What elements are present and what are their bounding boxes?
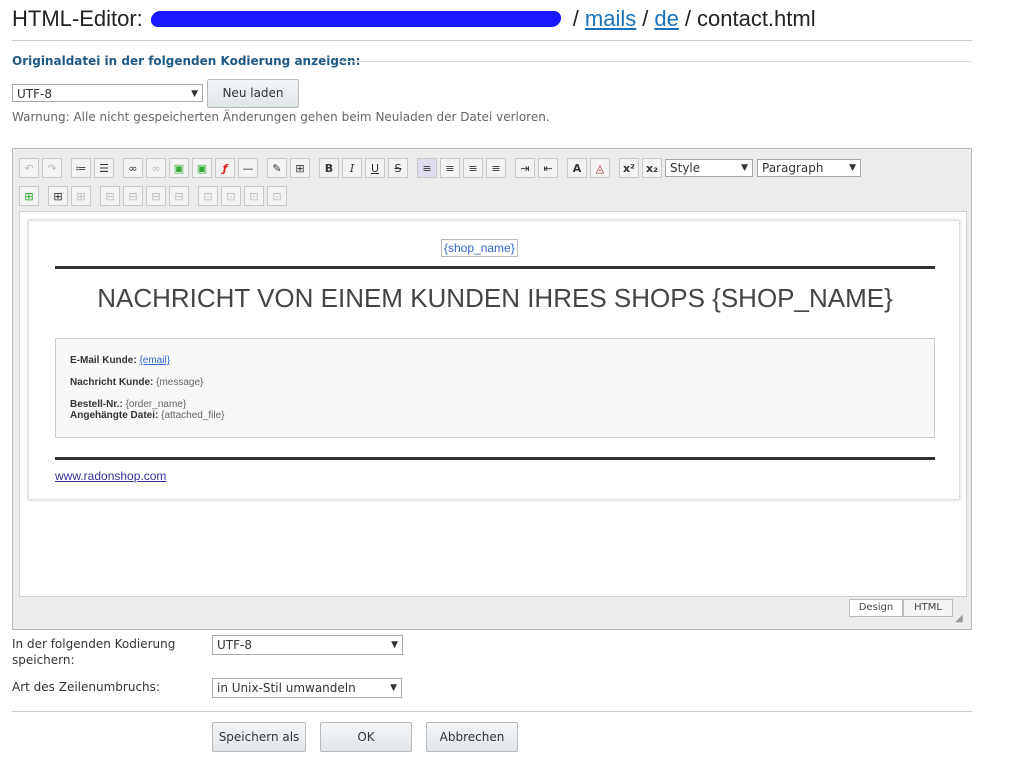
bold-button[interactable]: B xyxy=(319,158,339,178)
insert-table-icon[interactable]: ⊞ xyxy=(19,186,39,206)
order-value: {order_name} xyxy=(125,399,187,410)
breadcrumb-filename: contact.html xyxy=(697,6,816,31)
actions-divider xyxy=(12,711,972,712)
show-blocks-icon[interactable]: ⊞ xyxy=(290,158,310,178)
chevron-down-icon: ▼ xyxy=(390,683,397,693)
email-row: E-Mail Kunde: {email} xyxy=(70,355,170,366)
mail-preview: {shop_name} NACHRICHT VON EINEM KUNDEN I… xyxy=(28,220,960,500)
chevron-down-icon: ▼ xyxy=(849,163,856,173)
style-select-value: Style xyxy=(670,161,701,175)
subscript-button[interactable]: x₂ xyxy=(642,158,662,178)
delete-row-icon[interactable]: ⊟ xyxy=(146,186,166,206)
chevron-down-icon: ▼ xyxy=(191,89,198,99)
message-value: {message} xyxy=(156,377,204,388)
delete-col-icon[interactable]: ⊡ xyxy=(221,186,241,206)
customer-info-box: E-Mail Kunde: {email} Nachricht Kunde: {… xyxy=(55,338,935,438)
email-value[interactable]: {email} xyxy=(139,355,170,366)
attached-value: {attached_file} xyxy=(161,410,225,421)
breadcrumb-separator: / xyxy=(642,6,649,31)
top-rule xyxy=(55,266,935,269)
image-icon[interactable]: ▣ xyxy=(169,158,189,178)
breadcrumb-mails-link[interactable]: mails xyxy=(585,6,636,32)
strikethrough-button[interactable]: S xyxy=(388,158,408,178)
tab-html[interactable]: HTML xyxy=(903,599,953,617)
underline-button[interactable]: U xyxy=(365,158,385,178)
paragraph-select[interactable]: Paragraph ▼ xyxy=(757,159,861,177)
shop-website-link[interactable]: www.radonshop.com xyxy=(55,469,166,483)
toolbar-row-1: ↶ ↷ ≔ ☰ ∞ ∞ ▣ ▣ ƒ — ✎ ⊞ B I U S ≡ ≡ ≡ ≡ … xyxy=(19,157,865,179)
row-after-icon[interactable]: ⊟ xyxy=(123,186,143,206)
indent-icon[interactable]: ⇥ xyxy=(515,158,535,178)
ok-button[interactable]: OK xyxy=(320,722,412,752)
align-center-icon[interactable]: ≡ xyxy=(440,158,460,178)
reload-button[interactable]: Neu laden xyxy=(207,79,299,108)
background-color-icon[interactable]: ◬ xyxy=(590,158,610,178)
align-right-icon[interactable]: ≡ xyxy=(463,158,483,178)
edit-source-icon[interactable]: ✎ xyxy=(267,158,287,178)
flash-icon[interactable]: ƒ xyxy=(215,158,235,178)
toolbar-row-2: ⊞ ⊞ ⊞ ⊟ ⊟ ⊟ ⊟ ⊡ ⊡ ⊡ ⊡ xyxy=(19,185,290,207)
breadcrumb-separator: / xyxy=(684,6,691,31)
load-encoding-legend: Originaldatei in der folgenden Kodierung… xyxy=(12,54,361,68)
ordered-list-icon[interactable]: ≔ xyxy=(71,158,91,178)
message-label: Nachricht Kunde: xyxy=(70,377,154,388)
tab-design[interactable]: Design xyxy=(849,599,903,617)
legend-divider xyxy=(338,61,972,62)
resize-handle-icon[interactable]: ◢ xyxy=(955,613,967,625)
save-encoding-select[interactable]: UTF-8 ▼ xyxy=(212,635,403,655)
outdent-icon[interactable]: ⇤ xyxy=(538,158,558,178)
chevron-down-icon: ▼ xyxy=(741,163,748,173)
link-icon[interactable]: ∞ xyxy=(123,158,143,178)
unlink-icon[interactable]: ∞ xyxy=(146,158,166,178)
load-encoding-value: UTF-8 xyxy=(17,87,52,101)
split-cells-icon[interactable]: ⊡ xyxy=(244,186,264,206)
mail-heading: NACHRICHT VON EINEM KUNDEN IHRES SHOPS {… xyxy=(97,283,893,313)
italic-button[interactable]: I xyxy=(342,158,362,178)
paragraph-select-value: Paragraph xyxy=(762,161,824,175)
table-properties-icon[interactable]: ⊞ xyxy=(48,186,68,206)
horizontal-rule-icon[interactable]: — xyxy=(238,158,258,178)
image-edit-icon[interactable]: ▣ xyxy=(192,158,212,178)
bottom-rule xyxy=(55,457,935,460)
chevron-down-icon: ▼ xyxy=(391,640,398,650)
redo-icon[interactable]: ↷ xyxy=(42,158,62,178)
unordered-list-icon[interactable]: ☰ xyxy=(94,158,114,178)
page-title: HTML-Editor: / mails / de / contact.html xyxy=(12,6,816,32)
align-justify-icon[interactable]: ≡ xyxy=(486,158,506,178)
linebreak-value: in Unix-Stil umwandeln xyxy=(217,681,356,695)
breadcrumb-separator: / xyxy=(572,6,579,31)
linebreak-label: Art des Zeilenumbruchs: xyxy=(12,680,160,694)
save-as-button[interactable]: Speichern als xyxy=(212,722,306,752)
attached-row: Angehängte Datei: {attached_file} xyxy=(70,410,225,421)
order-label: Bestell-Nr.: xyxy=(70,399,123,410)
undo-icon[interactable]: ↶ xyxy=(19,158,39,178)
message-row: Nachricht Kunde: {message} xyxy=(70,377,203,388)
shop-logo-image: {shop_name} xyxy=(441,239,518,257)
linebreak-select[interactable]: in Unix-Stil umwandeln ▼ xyxy=(212,678,402,698)
font-color-button[interactable]: A xyxy=(567,158,587,178)
header-divider xyxy=(12,40,972,41)
email-label: E-Mail Kunde: xyxy=(70,355,137,366)
editor-content-area[interactable]: {shop_name} NACHRICHT VON EINEM KUNDEN I… xyxy=(19,211,967,597)
col-before-icon[interactable]: ⊟ xyxy=(169,186,189,206)
cancel-button[interactable]: Abbrechen xyxy=(426,722,518,752)
html-editor: ↶ ↷ ≔ ☰ ∞ ∞ ▣ ▣ ƒ — ✎ ⊞ B I U S ≡ ≡ ≡ ≡ … xyxy=(12,148,972,630)
redacted-path xyxy=(149,11,562,27)
save-encoding-label: In der folgenden Kodierung speichern: xyxy=(12,637,176,667)
load-encoding-select[interactable]: UTF-8 ▼ xyxy=(12,84,203,102)
cell-properties-icon[interactable]: ⊞ xyxy=(71,186,91,206)
row-before-icon[interactable]: ⊟ xyxy=(100,186,120,206)
superscript-button[interactable]: x² xyxy=(619,158,639,178)
col-after-icon[interactable]: ⊡ xyxy=(198,186,218,206)
align-left-icon[interactable]: ≡ xyxy=(417,158,437,178)
order-row: Bestell-Nr.: {order_name} xyxy=(70,399,186,410)
attached-label: Angehängte Datei: xyxy=(70,410,159,421)
merge-cells-icon[interactable]: ⊡ xyxy=(267,186,287,206)
reload-warning: Warnung: Alle nicht gespeicherten Änderu… xyxy=(12,110,550,124)
style-select[interactable]: Style ▼ xyxy=(665,159,753,177)
save-encoding-value: UTF-8 xyxy=(217,638,252,652)
title-prefix: HTML-Editor: xyxy=(12,6,143,31)
breadcrumb-de-link[interactable]: de xyxy=(654,6,678,32)
